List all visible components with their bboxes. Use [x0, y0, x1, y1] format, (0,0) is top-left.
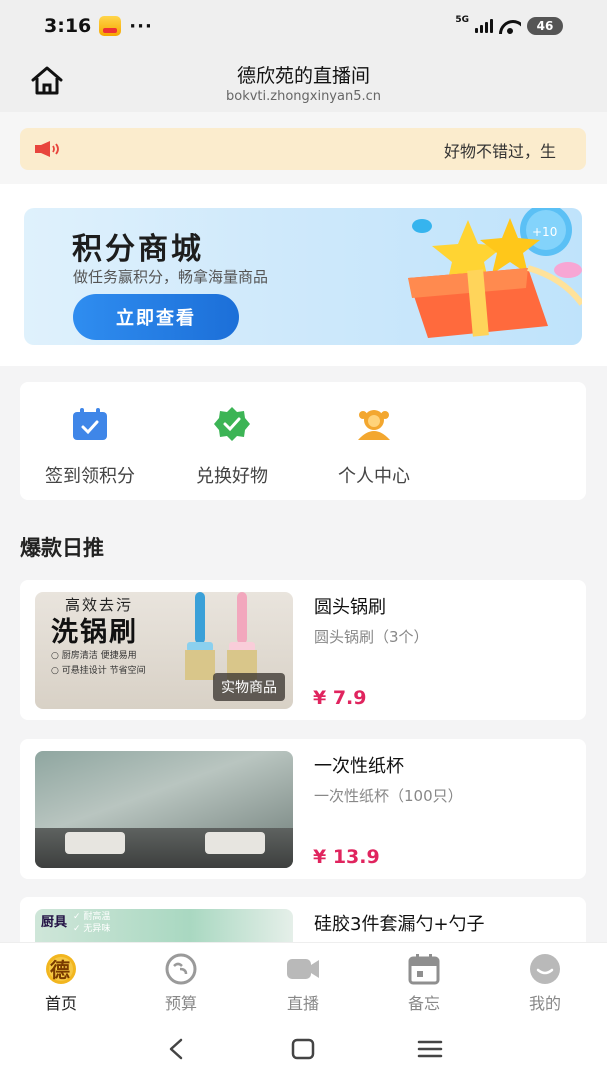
page-title: 德欣苑的直播间 [236, 65, 370, 87]
tab-label: 首页 [44, 994, 77, 1013]
paper-cup-stack [205, 832, 265, 854]
product-card[interactable]: 高效去污 洗锅刷 ○ 厨房清洁 便捷易用 ○ 可悬挂设计 节省空间 实物商品 圆… [20, 580, 586, 720]
logo-char: 德 [50, 958, 70, 982]
video-camera-icon [287, 959, 319, 979]
product-image-features: ✓ 耐高温 ✓ 无异味 [73, 911, 110, 935]
more-notifications-icon: ··· [129, 15, 153, 37]
back-icon[interactable] [162, 1036, 192, 1062]
product-image [35, 751, 293, 868]
status-time: 3:16 [44, 15, 92, 37]
de-logo-icon: 德 [46, 954, 76, 984]
menu-label-redeem: 兑换好物 [196, 466, 268, 487]
menu-icon[interactable] [415, 1036, 445, 1062]
tab-mine[interactable]: 我的 [495, 943, 595, 1021]
product-name: 圆头锅刷 [314, 597, 386, 618]
view-now-button[interactable]: 立即查看 [73, 294, 239, 340]
notice-bar[interactable]: 好物不错过，生 [20, 128, 586, 170]
status-right: 5G 46 [455, 15, 563, 35]
banner-badge-text: +10 [532, 225, 557, 239]
speaker-icon [35, 141, 59, 157]
battery-icon: 46 [527, 17, 563, 35]
product-card[interactable]: 一次性纸杯 一次性纸杯（100只） ¥ 13.9 [20, 739, 586, 879]
menu-item-profile[interactable]: 个人中心 [304, 382, 444, 500]
product-desc: 一次性纸杯（100只） [314, 787, 463, 805]
status-bar: 3:16 ··· 5G 46 [0, 0, 607, 52]
badge-check-icon [214, 407, 250, 441]
product-image-label: 厨具 [41, 915, 68, 930]
network-type: 5G [455, 15, 469, 25]
signal-icon [475, 19, 493, 33]
tab-home[interactable]: 德 首页 [11, 943, 111, 1021]
tab-label: 直播 [286, 994, 319, 1013]
product-image-text: ✓ 无异味 [73, 924, 111, 934]
product-image: 高效去污 洗锅刷 ○ 厨房清洁 便捷易用 ○ 可悬挂设计 节省空间 实物商品 [35, 592, 293, 709]
quick-menu: 签到领积分 兑换好物 个人中心 [20, 382, 586, 500]
tab-memo[interactable]: 备忘 [374, 943, 474, 1021]
home-nav-icon[interactable] [288, 1036, 318, 1062]
notice-text: 好物不错过，生 [444, 142, 557, 161]
menu-label-profile: 个人中心 [338, 466, 410, 487]
menu-label-checkin: 签到领积分 [45, 466, 135, 487]
product-image-text: ○ 可悬挂设计 节省空间 [51, 666, 146, 676]
banner-title: 积分商城 [72, 232, 204, 267]
banner-subtitle: 做任务赢积分，畅拿海量商品 [73, 268, 269, 286]
bottom-tab-bar: 德 首页 预算 直播 备忘 我的 [0, 942, 607, 1020]
points-mall-banner[interactable]: 积分商城 做任务赢积分，畅拿海量商品 立即查看 +10 [24, 208, 582, 345]
status-left: 3:16 ··· [44, 15, 153, 37]
brush-blue-icon [185, 592, 215, 680]
product-name: 一次性纸杯 [314, 756, 404, 777]
product-desc: 圆头锅刷（3个） [314, 628, 429, 646]
brush-pink-icon [227, 592, 257, 680]
tab-label: 我的 [528, 994, 561, 1013]
user-icon [358, 410, 390, 440]
menu-item-checkin[interactable]: 签到领积分 [20, 382, 160, 500]
notice-section: 好物不错过，生 [0, 112, 607, 184]
tab-label: 预算 [164, 994, 197, 1013]
banner-section: 积分商城 做任务赢积分，畅拿海量商品 立即查看 +10 [0, 184, 607, 366]
tab-budget[interactable]: 预算 [131, 943, 231, 1021]
tab-live[interactable]: 直播 [253, 943, 353, 1021]
system-nav-bar [0, 1020, 607, 1080]
calendar-icon [408, 954, 440, 985]
page-header: 德欣苑的直播间 bokvti.zhongxinyan5.cn [0, 52, 607, 112]
product-image-headline: 洗锅刷 [51, 617, 138, 648]
page-url: bokvti.zhongxinyan5.cn [225, 89, 381, 104]
notification-app-icon [99, 16, 122, 36]
section-title: 爆款日推 [20, 536, 104, 560]
product-name: 硅胶3件套漏勺+勺子 [314, 914, 485, 935]
product-image-text: ✓ 耐高温 [73, 912, 111, 922]
tab-label: 备忘 [407, 994, 440, 1013]
menu-item-redeem[interactable]: 兑换好物 [162, 382, 302, 500]
calendar-check-icon [73, 408, 107, 440]
physical-goods-tag: 实物商品 [213, 673, 285, 701]
gift-box-icon: +10 [408, 208, 582, 338]
wifi-icon [499, 18, 521, 34]
paper-cup-stack [65, 832, 125, 854]
product-image-text: ○ 厨房清洁 便捷易用 [51, 651, 137, 661]
product-price: ¥ 13.9 [313, 846, 380, 868]
profile-face-icon [530, 954, 560, 984]
budget-icon [165, 953, 197, 985]
product-price: ¥ 7.9 [313, 687, 367, 709]
